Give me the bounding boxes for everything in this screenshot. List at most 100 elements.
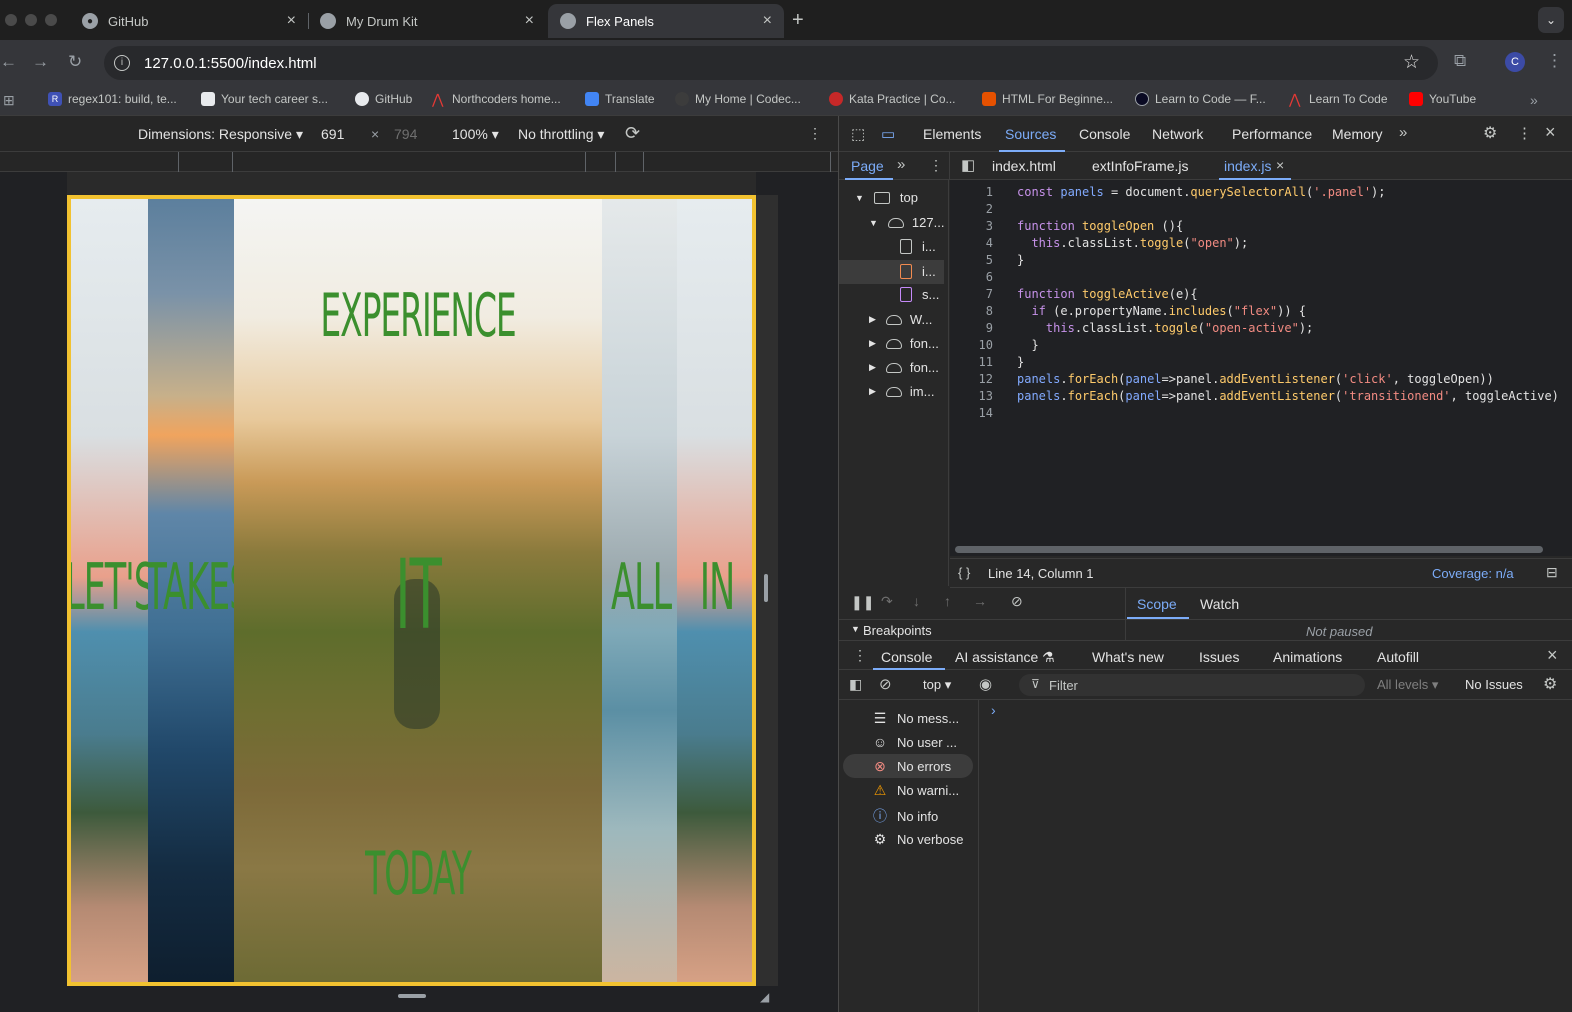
tree-item[interactable]: ▶ fon... <box>869 336 939 351</box>
bookmark-star-icon[interactable]: ☆ <box>1403 51 1420 74</box>
filter-input[interactable]: ⊽ Filter <box>1019 674 1365 696</box>
tree-item[interactable]: i... <box>900 239 936 254</box>
device-toggle-icon[interactable]: ▭ <box>881 125 895 143</box>
tab-network[interactable]: Network <box>1152 126 1203 142</box>
drawer-tab-whats-new[interactable]: What's new <box>1092 649 1164 665</box>
address-bar[interactable]: i 127.0.0.1:5500/index.html <box>104 46 1438 80</box>
tree-item[interactable]: ▶ W... <box>869 312 932 327</box>
close-icon[interactable]: × <box>1276 157 1284 173</box>
more-tabs-icon[interactable]: » <box>897 156 905 173</box>
back-icon[interactable]: ← <box>0 52 17 72</box>
issues-counter[interactable]: No Issues <box>1465 677 1523 692</box>
new-tab-button[interactable]: + <box>792 9 804 32</box>
step-icon[interactable]: → <box>973 593 987 609</box>
bookmark-item[interactable]: HTML For Beginne... <box>982 92 1113 106</box>
drawer-tab-issues[interactable]: Issues <box>1199 649 1239 665</box>
log-levels-dropdown[interactable]: All levels ▾ <box>1377 677 1438 693</box>
deactivate-breakpoints-icon[interactable]: ⊘ <box>1011 593 1023 610</box>
bookmark-item[interactable]: YouTube <box>1409 92 1476 106</box>
gear-icon[interactable]: ⚙ <box>1483 123 1497 143</box>
panel-2[interactable]: TAKES <box>148 199 234 982</box>
menu-icon[interactable]: ⋮ <box>1546 51 1563 71</box>
bookmark-item[interactable]: Kata Practice | Co... <box>829 92 956 106</box>
console-prompt[interactable]: › <box>991 702 996 718</box>
line-number[interactable]: 10 <box>953 338 993 352</box>
tab-flex-panels[interactable]: Flex Panels × <box>548 4 784 38</box>
toggle-sidebar-icon[interactable]: ⊟ <box>1546 564 1558 581</box>
sidebar-item-user[interactable]: ☺ No user ... <box>871 734 957 750</box>
more-options-icon[interactable]: ⋮ <box>929 157 943 174</box>
tree-item[interactable]: ▶ fon... <box>869 360 939 375</box>
line-number[interactable]: 13 <box>953 389 993 403</box>
resize-handle-bottom[interactable] <box>398 994 426 998</box>
line-number[interactable]: 7 <box>953 287 993 301</box>
bookmark-item[interactable]: GitHub <box>355 92 412 106</box>
toggle-navigator-icon[interactable]: ◧ <box>961 156 975 174</box>
drawer-tab-ai-assistance[interactable]: AI assistance ⚗ <box>955 649 1055 666</box>
bookmark-item[interactable]: My Home | Codec... <box>675 92 801 106</box>
close-icon[interactable]: × <box>287 12 296 30</box>
step-over-icon[interactable]: ↷ <box>881 593 893 610</box>
context-selector[interactable]: top ▾ <box>923 677 951 693</box>
tab-sources[interactable]: Sources <box>1005 126 1056 142</box>
eye-icon[interactable]: ◉ <box>979 675 992 693</box>
coverage-status[interactable]: Coverage: n/a <box>1432 566 1514 581</box>
line-number[interactable]: 2 <box>953 202 993 216</box>
apps-grid-icon[interactable]: ⊞ <box>3 92 15 109</box>
resize-corner-icon[interactable]: ◢ <box>760 990 769 1004</box>
line-number[interactable]: 6 <box>953 270 993 284</box>
forward-icon[interactable]: → <box>32 52 49 72</box>
file-tab-index-js[interactable]: index.js <box>1224 158 1271 174</box>
zoom-dropdown[interactable]: 100% ▾ <box>452 126 499 143</box>
bookmark-item[interactable]: ⋀ Learn To Code <box>1289 92 1388 106</box>
line-number[interactable]: 1 <box>953 185 993 199</box>
tab-scope[interactable]: Scope <box>1137 596 1177 612</box>
close-icon[interactable]: × <box>1547 645 1558 666</box>
breakpoints-header[interactable]: ▼ Breakpoints <box>839 620 1125 642</box>
close-icon[interactable]: × <box>525 12 534 30</box>
line-number[interactable]: 14 <box>953 406 993 420</box>
pause-icon[interactable]: ❚❚ <box>851 594 874 611</box>
line-number[interactable]: 4 <box>953 236 993 250</box>
panel-1[interactable]: LET'S <box>71 199 148 982</box>
sidebar-item-verbose[interactable]: ⚙ No verbose <box>871 831 964 848</box>
file-tab-extinfoframe[interactable]: extInfoFrame.js <box>1092 158 1188 174</box>
bookmark-item[interactable]: ⋀ Northcoders home... <box>432 92 561 106</box>
bookmark-item[interactable]: Learn to Code — F... <box>1135 92 1266 106</box>
tree-item[interactable]: ▼ top <box>855 190 918 205</box>
panel-5[interactable]: IN <box>677 199 752 982</box>
drawer-menu-icon[interactable]: ⋮ <box>853 647 867 664</box>
dimensions-dropdown[interactable]: Dimensions: Responsive ▾ <box>138 126 303 143</box>
tree-item[interactable]: i... <box>900 264 936 279</box>
panel-3[interactable]: EXPERIENCE IT TODAY <box>234 199 602 982</box>
tree-item[interactable]: ▼ 127... <box>869 215 944 230</box>
close-icon[interactable]: × <box>763 12 772 30</box>
resize-handle-right[interactable] <box>764 574 768 602</box>
bookmark-item[interactable]: Rregex101: build, te... <box>48 92 177 106</box>
close-icon[interactable]: × <box>1545 122 1556 143</box>
more-options-icon[interactable]: ⋮ <box>1517 124 1532 142</box>
tab-memory[interactable]: Memory <box>1332 126 1383 142</box>
sidebar-item-info[interactable]: ⓘ No info <box>871 806 938 826</box>
tab-elements[interactable]: Elements <box>923 126 981 142</box>
line-number[interactable]: 8 <box>953 304 993 318</box>
width-input[interactable]: 691 <box>321 126 344 142</box>
clear-console-icon[interactable]: ⊘ <box>879 675 892 693</box>
step-out-icon[interactable]: ↑ <box>944 593 951 609</box>
line-number[interactable]: 9 <box>953 321 993 335</box>
inspect-icon[interactable]: ⬚ <box>851 125 865 143</box>
sidebar-item-errors[interactable]: ⊗ No errors <box>871 758 951 775</box>
line-number[interactable]: 11 <box>953 355 993 369</box>
height-input[interactable]: 794 <box>394 126 417 142</box>
bookmark-item[interactable]: Your tech career s... <box>201 92 328 106</box>
avatar[interactable]: C <box>1505 52 1525 72</box>
drawer-tab-autofill[interactable]: Autofill <box>1377 649 1419 665</box>
tab-drum-kit[interactable]: My Drum Kit × <box>308 4 546 38</box>
tree-item[interactable]: s... <box>900 287 939 302</box>
more-tabs-icon[interactable]: » <box>1399 124 1407 141</box>
sidebar-item-messages[interactable]: ☰ No mess... <box>871 710 959 727</box>
tab-console[interactable]: Console <box>1079 126 1130 142</box>
panel-4[interactable]: ALL <box>602 199 677 982</box>
drawer-tab-animations[interactable]: Animations <box>1273 649 1342 665</box>
drawer-tab-console[interactable]: Console <box>881 649 932 665</box>
